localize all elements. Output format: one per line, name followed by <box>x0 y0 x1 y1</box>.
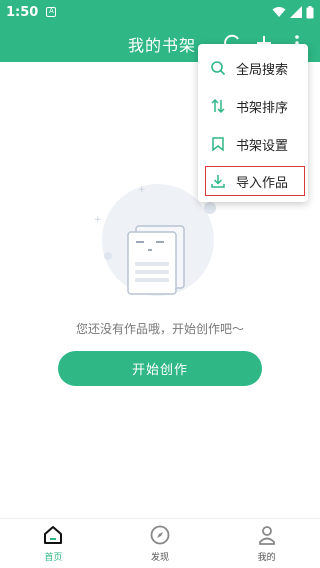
empty-message: 您还没有作品哦，开始创作吧～ <box>75 322 244 336</box>
bookmark-icon <box>212 137 224 152</box>
menu-item-label: 全局搜索 <box>236 62 289 78</box>
menu-item-shelf-settings[interactable]: 书架设置 <box>198 125 308 163</box>
compass-icon <box>150 525 170 545</box>
wifi-icon <box>272 7 286 17</box>
download-icon <box>211 175 225 188</box>
signal-icon <box>290 6 302 18</box>
tab-label: 发现 <box>151 553 170 563</box>
overflow-menu: 全局搜索 书架排序 书架设置 导入作品 <box>198 44 308 202</box>
bottom-tab-bar: 首页 发现 我的 <box>0 518 320 568</box>
svg-text:+: + <box>94 215 102 225</box>
menu-item-global-search[interactable]: 全局搜索 <box>198 49 308 87</box>
tab-home[interactable]: 首页 <box>0 519 107 568</box>
menu-item-shelf-sort[interactable]: 书架排序 <box>198 87 308 125</box>
svg-text:+: + <box>138 185 146 195</box>
status-right <box>272 5 314 19</box>
menu-item-import-works[interactable]: 导入作品 <box>204 165 306 197</box>
person-icon <box>258 526 275 545</box>
home-icon <box>44 526 63 544</box>
battery-icon <box>306 5 314 18</box>
tab-mine[interactable]: 我的 <box>213 519 320 568</box>
menu-item-label: 导入作品 <box>236 175 289 191</box>
status-bar: 1:50 A <box>0 0 320 24</box>
sort-icon <box>211 98 225 114</box>
tab-label: 我的 <box>257 553 276 563</box>
page-title: 我的书架 <box>128 36 197 55</box>
menu-item-label: 书架设置 <box>236 138 289 154</box>
notification-icon: A <box>46 7 57 17</box>
tab-label: 首页 <box>44 553 63 563</box>
tab-discover[interactable]: 发现 <box>107 519 214 568</box>
search-icon <box>211 61 226 76</box>
menu-item-label: 书架排序 <box>236 100 289 116</box>
status-time: 1:50 <box>6 4 39 20</box>
start-writing-button[interactable]: 开始创作 <box>58 351 262 386</box>
